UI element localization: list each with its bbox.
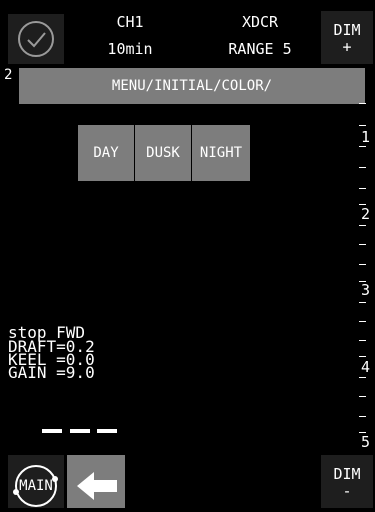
scale-tick <box>359 356 366 357</box>
back-arrow-icon <box>77 472 117 500</box>
check-circle-icon <box>18 21 54 57</box>
bottom-dash <box>70 429 90 433</box>
scale-tick <box>359 416 366 417</box>
scale-tick <box>359 340 366 341</box>
menu-breadcrumb: MENU/INITIAL/COLOR/ <box>19 68 365 104</box>
scale-tick <box>359 377 366 378</box>
bottom-dash <box>42 429 62 433</box>
depth-label-4: 4 <box>360 358 370 376</box>
depth-label-2: 2 <box>360 205 370 223</box>
scale-tick <box>359 167 366 168</box>
scale-tick <box>359 244 366 245</box>
transducer-label: XDCR <box>241 13 279 31</box>
bottom-dash <box>97 429 117 433</box>
scale-tick <box>359 321 366 322</box>
dim-down-button[interactable]: DIM - <box>321 455 373 508</box>
scale-tick <box>359 264 366 265</box>
night-button[interactable]: NIGHT <box>192 125 250 181</box>
range-time-label: 10min <box>107 40 153 58</box>
dim-down-label: DIM <box>333 465 361 483</box>
scale-tick <box>359 146 366 147</box>
dim-up-button[interactable]: DIM + <box>321 11 373 64</box>
confirm-button[interactable] <box>8 14 64 64</box>
dim-down-sign: - <box>342 482 352 500</box>
status-gain: GAIN =9.0 <box>8 363 95 382</box>
dim-up-sign: + <box>342 38 352 56</box>
depth-label-5: 5 <box>360 433 370 451</box>
range-label: RANGE 5 <box>228 40 292 58</box>
day-button[interactable]: DAY <box>78 125 134 181</box>
scale-tick <box>359 396 366 397</box>
dusk-button[interactable]: DUSK <box>135 125 191 181</box>
back-button[interactable] <box>67 455 125 508</box>
range-digit: 2 <box>4 67 13 83</box>
scale-tick <box>359 302 366 303</box>
depth-label-3: 3 <box>360 281 370 299</box>
scale-tick <box>359 225 366 226</box>
main-label: MAIN <box>19 478 53 494</box>
dim-up-label: DIM <box>333 21 361 39</box>
scale-tick <box>359 188 366 189</box>
channel-label: CH1 <box>116 13 144 31</box>
scale-tick <box>359 103 366 104</box>
depth-label-1: 1 <box>360 128 370 146</box>
scale-tick <box>359 125 366 126</box>
main-button[interactable]: MAIN <box>8 455 64 508</box>
